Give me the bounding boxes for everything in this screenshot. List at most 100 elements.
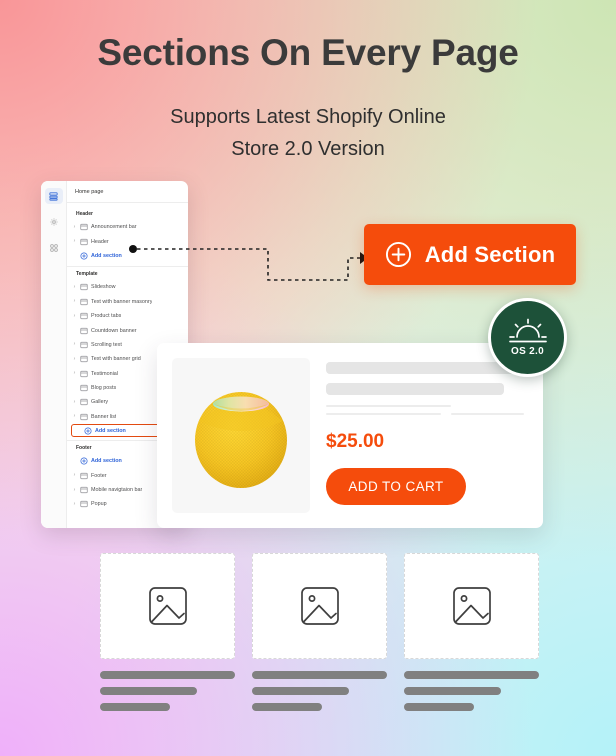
chevron-right-icon: › — [73, 500, 76, 507]
chevron-right-icon: › — [73, 472, 76, 479]
section-block-icon — [80, 472, 88, 480]
subtitle-line-2: Store 2.0 Version — [231, 138, 385, 160]
section-tree-item[interactable]: › Product tabs — [67, 309, 188, 323]
section-block-icon — [80, 398, 88, 406]
section-tree-item-label: Mobile navigtaion bar — [91, 487, 143, 494]
section-block-icon — [80, 238, 88, 246]
product-card: $25.00 ADD TO CART — [157, 343, 543, 528]
smart-speaker-illustration — [195, 391, 287, 488]
meta-placeholder-row — [326, 413, 528, 415]
placeholder-text-bar — [404, 671, 539, 679]
chevron-right-icon: › — [73, 486, 76, 493]
image-placeholder-icon — [148, 587, 187, 625]
section-tree-item-label: Blog posts — [91, 385, 117, 392]
section-tree-item-label: Testimonial — [91, 370, 118, 377]
product-image — [172, 358, 310, 513]
product-info: $25.00 ADD TO CART — [326, 358, 528, 513]
editor-page-title: Home page — [75, 188, 104, 195]
subtitle-placeholder-bar — [326, 383, 504, 395]
section-block-icon — [80, 384, 88, 392]
settings-gear-icon[interactable] — [45, 214, 63, 230]
section-tree-item-label: Footer — [91, 472, 107, 479]
plus-circle-icon — [80, 252, 88, 260]
add-section-button[interactable]: Add Section — [364, 224, 576, 285]
add-section-button-label: Add Section — [424, 241, 556, 267]
section-block-icon — [80, 298, 88, 306]
chevron-right-icon: › — [73, 238, 76, 245]
section-tree-item-label: Text with banner grid — [91, 356, 141, 363]
section-block-icon — [80, 312, 88, 320]
section-tree-item-label: Add section — [91, 458, 122, 465]
image-placeholder-box[interactable] — [404, 553, 539, 659]
section-tree-item[interactable]: › Text with banner masonry — [67, 295, 188, 309]
section-tree-item[interactable]: › Announcement bar — [67, 220, 188, 234]
chevron-right-icon: › — [73, 370, 76, 377]
section-tree-item[interactable]: ›Countdown banner — [67, 323, 188, 337]
section-tree-item-label: Countdown banner — [91, 327, 137, 334]
placeholder-text-bar — [252, 703, 323, 711]
plus-circle-icon — [84, 427, 92, 435]
section-tree-item-label: Slideshow — [91, 284, 116, 291]
placeholder-text-bar — [404, 687, 502, 695]
image-placeholder-icon — [452, 587, 491, 625]
placeholder-text-bar — [252, 687, 350, 695]
section-block-icon — [80, 413, 88, 421]
section-block-icon — [80, 283, 88, 291]
section-group-title: Header — [76, 211, 93, 217]
section-tree-item-label: Announcement bar — [91, 224, 137, 231]
chevron-right-icon: › — [73, 298, 76, 305]
section-block-icon — [80, 500, 88, 508]
section-tree-item-label: Gallery — [91, 399, 109, 406]
placeholder-text-bar — [404, 703, 475, 711]
placeholder-text-bar — [252, 671, 387, 679]
section-block-icon — [80, 370, 88, 378]
placeholder-text-bar — [100, 703, 171, 711]
chevron-right-icon: › — [73, 413, 76, 420]
section-block-icon — [80, 355, 88, 363]
chevron-right-icon: › — [73, 223, 76, 230]
section-tree-item-label: Scrolling text — [91, 341, 122, 348]
section-tree-item-label: Add section — [91, 252, 122, 259]
image-placeholder-icon — [300, 587, 339, 625]
meta-placeholder-line-2 — [451, 413, 524, 415]
section-tree-item-label: Banner list — [91, 413, 117, 420]
chevron-right-icon: › — [73, 283, 76, 290]
sections-icon[interactable] — [44, 188, 63, 204]
os-version-badge-label: OS 2.0 — [511, 346, 544, 357]
promo-banner: Sections On Every Page Supports Latest S… — [0, 0, 616, 756]
editor-icon-rail — [41, 181, 67, 528]
text-placeholder-line — [326, 405, 452, 407]
product-price: $25.00 — [326, 430, 385, 452]
section-tree-item-label: Header — [91, 238, 109, 245]
add-to-cart-button[interactable]: ADD TO CART — [326, 467, 466, 505]
plus-circle-icon — [80, 457, 88, 465]
os-version-badge: OS 2.0 — [488, 298, 567, 377]
section-tree-item-label: Text with banner masonry — [91, 298, 153, 305]
chevron-right-icon: › — [73, 398, 76, 405]
section-block-icon — [80, 223, 88, 231]
image-placeholder-box[interactable] — [252, 553, 387, 659]
section-tree-item-label: Popup — [91, 501, 107, 508]
sunrise-icon — [508, 318, 547, 343]
connector-arrow — [129, 245, 368, 281]
placeholder-text-bar — [100, 671, 235, 679]
placeholder-text-bar — [100, 687, 198, 695]
apps-icon[interactable] — [45, 240, 63, 256]
page-subtitle: Supports Latest Shopify Online Store 2.0… — [0, 101, 616, 165]
section-block-icon — [80, 341, 88, 349]
subtitle-line-1: Supports Latest Shopify Online — [170, 106, 446, 128]
editor-page-selector[interactable]: Home page — [67, 181, 188, 203]
placeholder-card — [252, 553, 387, 711]
placeholder-card — [100, 553, 235, 711]
section-block-icon — [80, 327, 88, 335]
section-tree-item-label: Add section — [95, 427, 126, 434]
plus-circle-icon — [385, 241, 411, 268]
placeholder-card — [404, 553, 539, 711]
section-tree-item-label: Product tabs — [91, 313, 122, 320]
image-placeholder-box[interactable] — [100, 553, 235, 659]
meta-placeholder-line-1 — [326, 413, 442, 415]
page-title: Sections On Every Page — [97, 32, 519, 73]
chevron-right-icon: › — [73, 341, 76, 348]
chevron-right-icon: › — [73, 355, 76, 362]
placeholder-card-row — [100, 553, 540, 711]
